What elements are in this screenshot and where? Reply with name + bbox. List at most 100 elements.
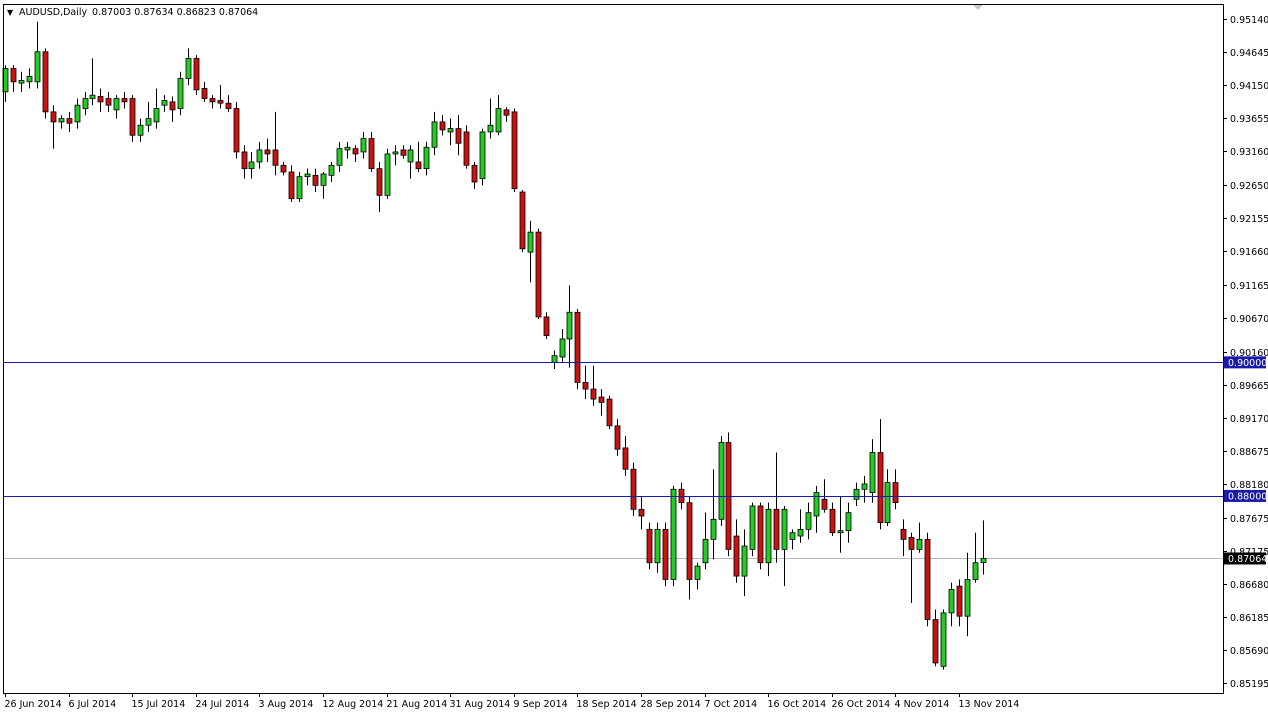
candle-body-up — [916, 538, 923, 550]
candle-body-up — [694, 565, 701, 580]
candle-body-up — [113, 98, 120, 111]
candle — [296, 171, 303, 203]
candle-body-up — [296, 176, 303, 200]
candle-body-up — [527, 231, 534, 253]
candle — [725, 432, 732, 557]
x-tick-label: 24 Jul 2014 — [196, 699, 250, 710]
candle-body-up — [479, 131, 486, 180]
dropdown-icon[interactable]: ▼ — [7, 8, 14, 17]
candle-body-down — [264, 149, 271, 155]
candle-body-up — [972, 562, 979, 580]
candle-body-up — [256, 149, 263, 163]
candle-body-down — [598, 396, 605, 403]
y-tick-label: 0.94645 — [1230, 48, 1268, 59]
candle-body-up — [566, 311, 573, 340]
candle-body-down — [829, 508, 836, 534]
candle-body-down — [503, 109, 510, 116]
candle-body-down — [877, 452, 884, 524]
candlestick-chart[interactable]: 0.95140 0.94645 0.94150 0.93655 0.93160 0.926… — [0, 0, 1268, 714]
candle-body-down — [352, 148, 359, 155]
candle — [519, 190, 526, 253]
y-tick-label: 0.95140 — [1230, 15, 1268, 26]
candle — [193, 55, 200, 96]
candle-body-down — [415, 161, 422, 170]
candle — [749, 502, 756, 557]
candle-body-down — [66, 118, 73, 124]
candle-body-down — [614, 425, 621, 450]
x-tick-label: 28 Sep 2014 — [641, 699, 701, 710]
x-tick-label: 21 Aug 2014 — [387, 699, 448, 710]
candle-body-down — [773, 508, 780, 550]
candle-body-down — [455, 128, 462, 144]
candle-body-down — [733, 535, 740, 577]
candle-body-down — [646, 528, 653, 564]
candle-body-up — [845, 512, 852, 532]
candle — [646, 522, 653, 570]
candle-body-down — [439, 121, 446, 131]
y-tick-label: 0.88675 — [1230, 447, 1268, 458]
candle-body-down — [630, 468, 637, 510]
candle-body-down — [463, 131, 470, 166]
candle-body-up — [336, 148, 343, 166]
candle-body-down — [924, 538, 931, 620]
x-tick-label: 18 Sep 2014 — [577, 699, 637, 710]
candle-body-down — [606, 398, 613, 427]
candle-body-up — [670, 488, 677, 580]
candle-body-down — [233, 108, 240, 153]
candle-body-up — [185, 58, 192, 79]
candle — [606, 395, 613, 430]
x-tick-label: 26 Oct 2014 — [832, 699, 891, 710]
candle — [662, 522, 669, 587]
candle-body-up — [177, 78, 184, 109]
candle — [42, 48, 49, 119]
candle — [384, 148, 391, 199]
y-tick-label: 0.90670 — [1230, 314, 1268, 325]
candle-body-up — [431, 121, 438, 148]
candle-body-up — [82, 98, 89, 109]
candle — [129, 95, 136, 142]
candle-body-up — [853, 488, 860, 500]
candle — [940, 609, 947, 670]
candle-body-down — [169, 101, 176, 111]
candle — [177, 71, 184, 116]
chart-window: 0.95140 0.94645 0.94150 0.93655 0.93160 0.926… — [0, 0, 1268, 714]
x-tick-label: 16 Oct 2014 — [768, 699, 827, 710]
candle-body-up — [26, 76, 33, 83]
candle-body-up — [34, 51, 41, 83]
candle-body-up — [328, 164, 335, 176]
candle-body-up — [304, 173, 311, 178]
symbol-label: AUDUSD,Daily — [19, 7, 88, 18]
x-tick-label: 6 Jul 2014 — [69, 699, 117, 710]
candle-body-up — [551, 355, 558, 363]
candle-body-up — [749, 505, 756, 550]
candle-body-down — [105, 98, 112, 106]
candle-body-up — [741, 545, 748, 577]
candle-body-up — [423, 146, 430, 170]
candle-body-down — [535, 231, 542, 318]
y-tick-label: 0.93160 — [1230, 147, 1268, 158]
candle-body-down — [288, 171, 295, 200]
candle-body-down — [121, 98, 128, 103]
candle-body-up — [153, 108, 160, 123]
candle-body-up — [248, 161, 255, 170]
candle-body-up — [384, 153, 391, 196]
candle-body-up — [320, 173, 327, 186]
y-tick-label: 0.93655 — [1230, 114, 1268, 125]
candle-body-down — [543, 316, 550, 337]
candle — [757, 502, 764, 570]
candle-body-up — [710, 518, 717, 540]
candle-body-up — [654, 528, 661, 564]
candle-body-down — [97, 96, 104, 103]
candle-body-down — [241, 151, 248, 170]
candle-body-up — [487, 124, 494, 133]
candle — [630, 462, 637, 516]
candle-body-down — [272, 149, 279, 166]
candle-body-up — [797, 528, 804, 537]
candle-body-up — [58, 118, 65, 123]
candle-body-down — [42, 51, 49, 113]
x-tick-label: 9 Sep 2014 — [514, 699, 568, 710]
candle-body-up — [360, 138, 367, 153]
x-tick-label: 31 Aug 2014 — [450, 699, 511, 710]
candle-body-down — [908, 536, 915, 550]
x-tick-label: 4 Nov 2014 — [895, 699, 950, 710]
